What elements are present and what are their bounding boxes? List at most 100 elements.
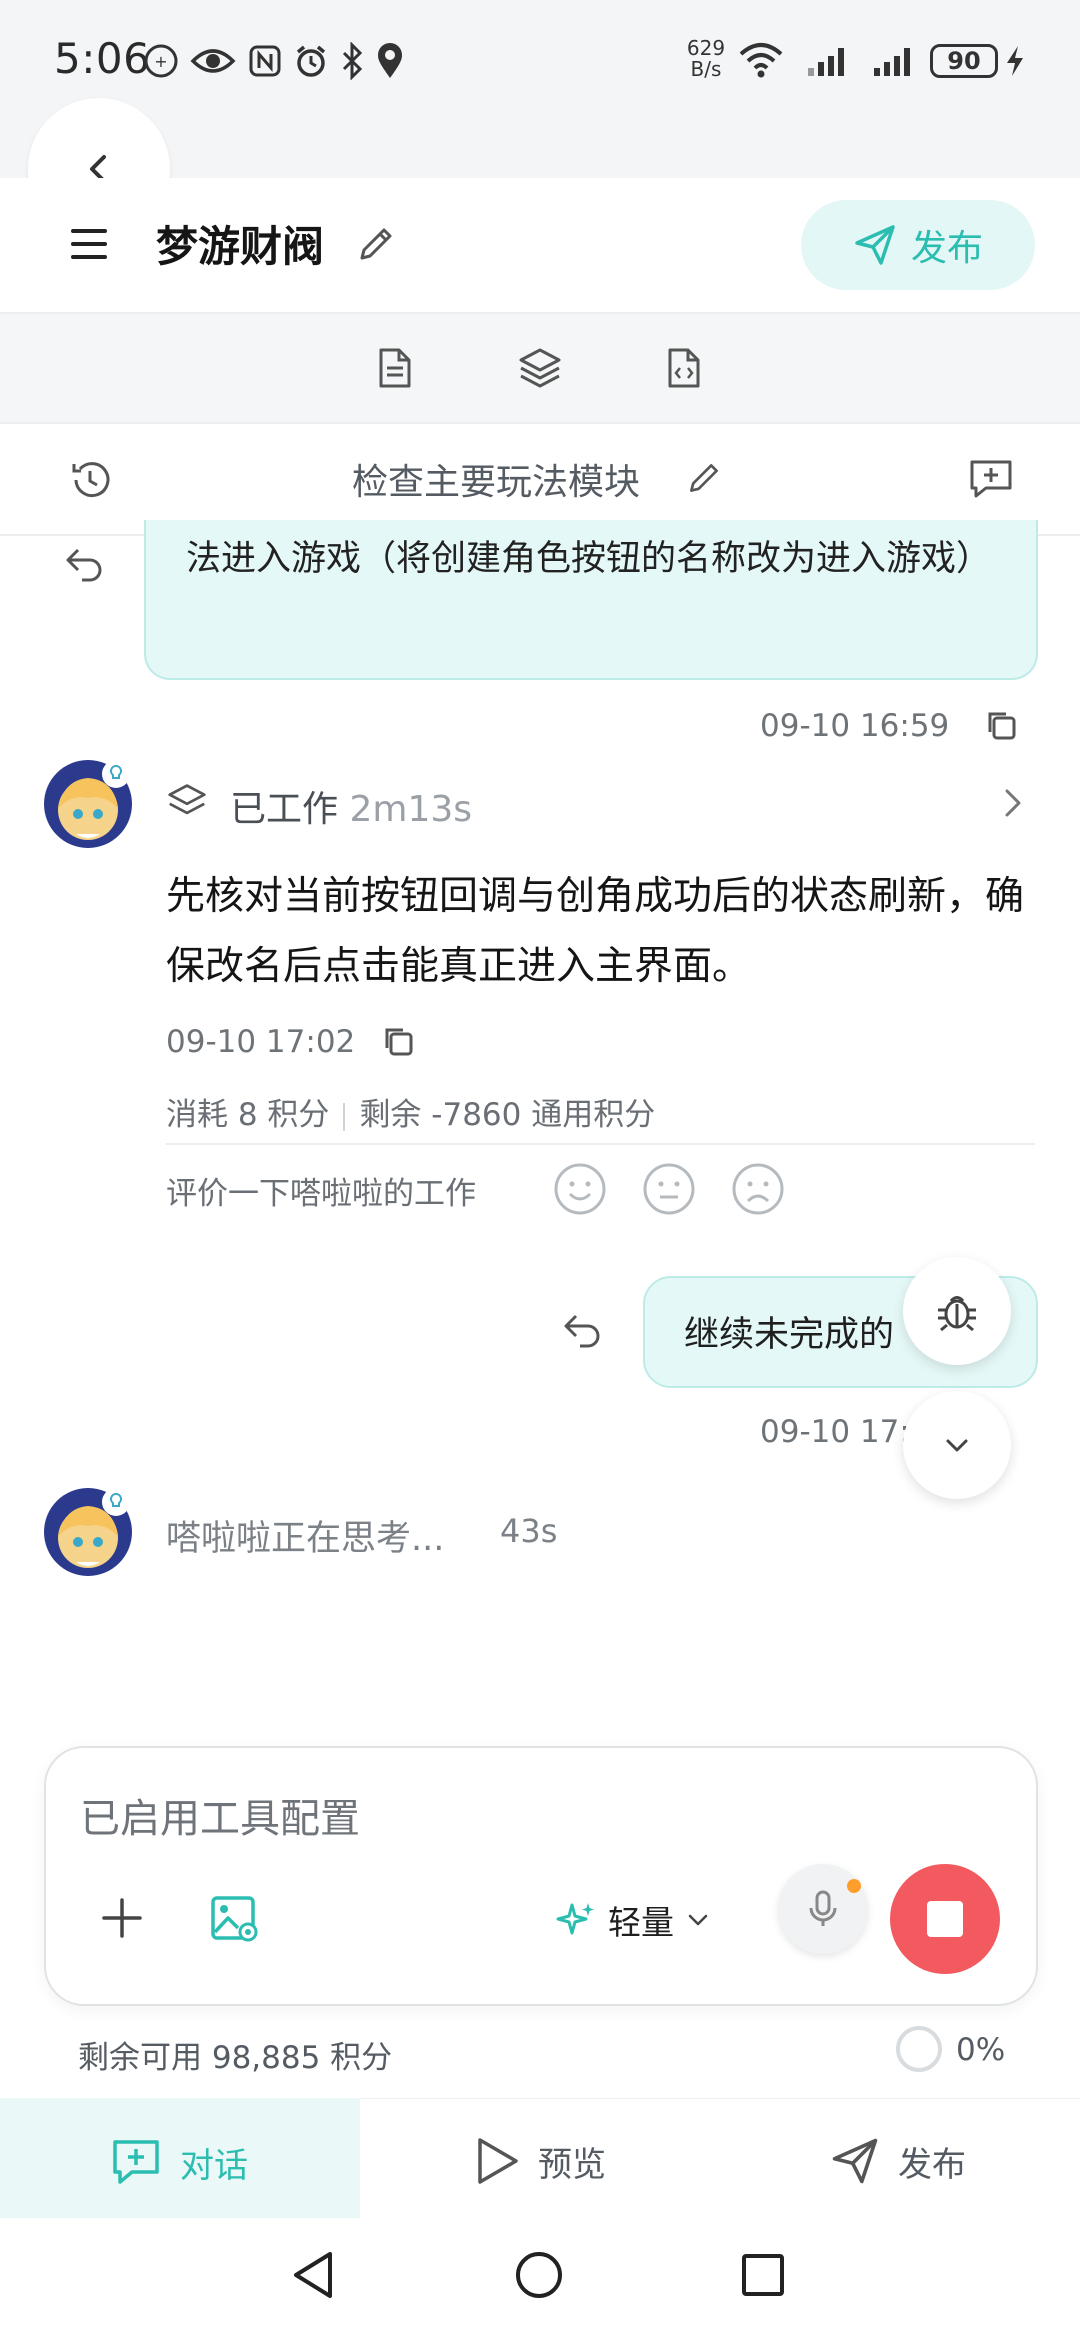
- menu-button[interactable]: [70, 226, 108, 262]
- copy-icon: [984, 708, 1018, 742]
- progress-ring: [894, 2024, 944, 2074]
- message-timestamp: 09-10 16:59: [760, 708, 950, 744]
- chat-plus-icon: [110, 2136, 162, 2188]
- stop-icon: [927, 1901, 963, 1937]
- chevron-right-icon: [998, 786, 1028, 820]
- credit-usage: 消耗 8 积分 剩余 -7860 通用积分: [166, 1089, 655, 1134]
- copy-button[interactable]: [984, 708, 1018, 742]
- history-button[interactable]: [68, 458, 112, 502]
- bug-icon: [934, 1288, 980, 1334]
- neutral-face-icon: [642, 1162, 696, 1216]
- work-steps-toggle[interactable]: [166, 782, 208, 822]
- code-file-icon: [662, 346, 706, 390]
- wifi-icon: [738, 42, 784, 78]
- nav-label: 发布: [898, 2144, 966, 2185]
- worked-status: 已工作 2m13s: [230, 780, 472, 832]
- send-icon: [830, 2136, 880, 2186]
- nav-tab-chat[interactable]: 对话: [110, 2136, 248, 2188]
- pencil-icon: [686, 460, 722, 496]
- publish-label: 发布: [910, 228, 983, 269]
- user-message-text: 继续未完成的: [684, 1315, 895, 1355]
- rating-prompt: 评价一下嗒啦啦的工作: [166, 1176, 476, 1212]
- assistant-avatar: [44, 1486, 132, 1576]
- chat-input[interactable]: 已启用工具配置: [80, 1786, 360, 1844]
- eye-icon: [190, 44, 236, 78]
- notification-dot: [847, 1879, 861, 1893]
- new-chat-button[interactable]: [968, 456, 1014, 502]
- progress-percent: 0%: [956, 2032, 1006, 2068]
- nav-label: 对话: [180, 2145, 248, 2186]
- model-label: 轻量: [608, 1903, 674, 1942]
- history-icon: [68, 458, 112, 502]
- copy-button[interactable]: [381, 1024, 415, 1058]
- signal-icon: [870, 44, 920, 78]
- app-badge-icon: +: [144, 44, 178, 78]
- rate-happy-button[interactable]: [553, 1162, 607, 1216]
- debug-button[interactable]: [903, 1257, 1011, 1365]
- hamburger-menu-icon: [70, 226, 108, 262]
- worked-label: 已工作: [230, 789, 339, 830]
- undo-arrow-icon: [562, 1312, 602, 1348]
- separator: [343, 1102, 346, 1131]
- system-home-button[interactable]: [514, 2250, 564, 2300]
- plus-icon: [100, 1896, 144, 1940]
- copy-icon: [381, 1024, 415, 1058]
- signal-icon: [794, 44, 854, 78]
- nav-tab-preview[interactable]: 预览: [474, 2136, 606, 2186]
- sad-face-icon: [731, 1162, 785, 1216]
- smile-face-icon: [553, 1162, 607, 1216]
- publish-button[interactable]: 发布: [801, 200, 1035, 290]
- voice-input-button[interactable]: [778, 1864, 868, 1954]
- document-button[interactable]: [373, 346, 417, 390]
- thinking-status: 嗒啦啦正在思考...: [166, 1519, 445, 1559]
- send-icon: [853, 223, 897, 267]
- pencil-icon: [356, 224, 396, 264]
- nav-tab-publish[interactable]: 发布: [830, 2136, 966, 2186]
- assistant-message-text: 先核对当前按钮回调与创角成功后的状态刷新，确保改名后点击能真正进入主界面。: [166, 874, 1025, 989]
- circle-home-icon: [514, 2250, 564, 2300]
- system-back-button[interactable]: [290, 2250, 338, 2300]
- rate-sad-button[interactable]: [731, 1162, 785, 1216]
- sparkle-icon: [556, 1899, 598, 1941]
- layers-button[interactable]: [517, 346, 563, 390]
- edit-title-button[interactable]: [356, 224, 396, 264]
- remaining-credits: 剩余可用 98,885 积分: [78, 2040, 393, 2076]
- system-recents-button[interactable]: [740, 2252, 786, 2298]
- alarm-icon: [294, 44, 328, 78]
- thinking-elapsed: 43s: [500, 1512, 558, 1550]
- model-selector[interactable]: 轻量: [556, 1896, 712, 1944]
- chat-input-card: [44, 1746, 1038, 2006]
- layers-icon: [166, 782, 208, 822]
- charging-icon: [1004, 44, 1026, 78]
- session-title: 检查主要玩法模块: [352, 462, 641, 503]
- project-title: 梦游财阀: [156, 222, 325, 271]
- divider: [166, 1143, 1035, 1145]
- rate-neutral-button[interactable]: [642, 1162, 696, 1216]
- play-icon: [474, 2136, 520, 2186]
- net-speed: 629 B/s: [686, 36, 726, 81]
- credits-consumed: 消耗 8 积分: [166, 1097, 330, 1133]
- message-timestamp: 09-10 17:: [760, 1414, 910, 1450]
- layers-icon: [517, 346, 563, 390]
- stop-generation-button[interactable]: [890, 1864, 1000, 1974]
- chat-plus-icon: [968, 456, 1014, 502]
- reply-button[interactable]: [64, 546, 104, 582]
- svg-text:+: +: [154, 52, 167, 71]
- user-message-text: 法进入游戏（将创建角色按钮的名称改为进入游戏）: [186, 539, 992, 579]
- battery-icon: 90: [930, 44, 998, 78]
- scroll-to-bottom-button[interactable]: [903, 1391, 1011, 1499]
- image-settings-button[interactable]: [210, 1894, 260, 1944]
- expand-steps-button[interactable]: [998, 786, 1028, 820]
- code-file-button[interactable]: [662, 346, 706, 390]
- document-icon: [373, 346, 417, 390]
- triangle-back-icon: [290, 2250, 338, 2300]
- reply-button[interactable]: [562, 1312, 602, 1348]
- location-icon: [376, 42, 404, 80]
- edit-session-button[interactable]: [686, 460, 722, 496]
- microphone-icon: [803, 1889, 843, 1929]
- bluetooth-icon: [340, 42, 364, 80]
- image-gear-icon: [210, 1894, 260, 1944]
- credits-remaining: 剩余 -7860 通用积分: [359, 1097, 656, 1133]
- add-attachment-button[interactable]: [100, 1896, 144, 1940]
- worked-duration: 2m13s: [349, 789, 473, 830]
